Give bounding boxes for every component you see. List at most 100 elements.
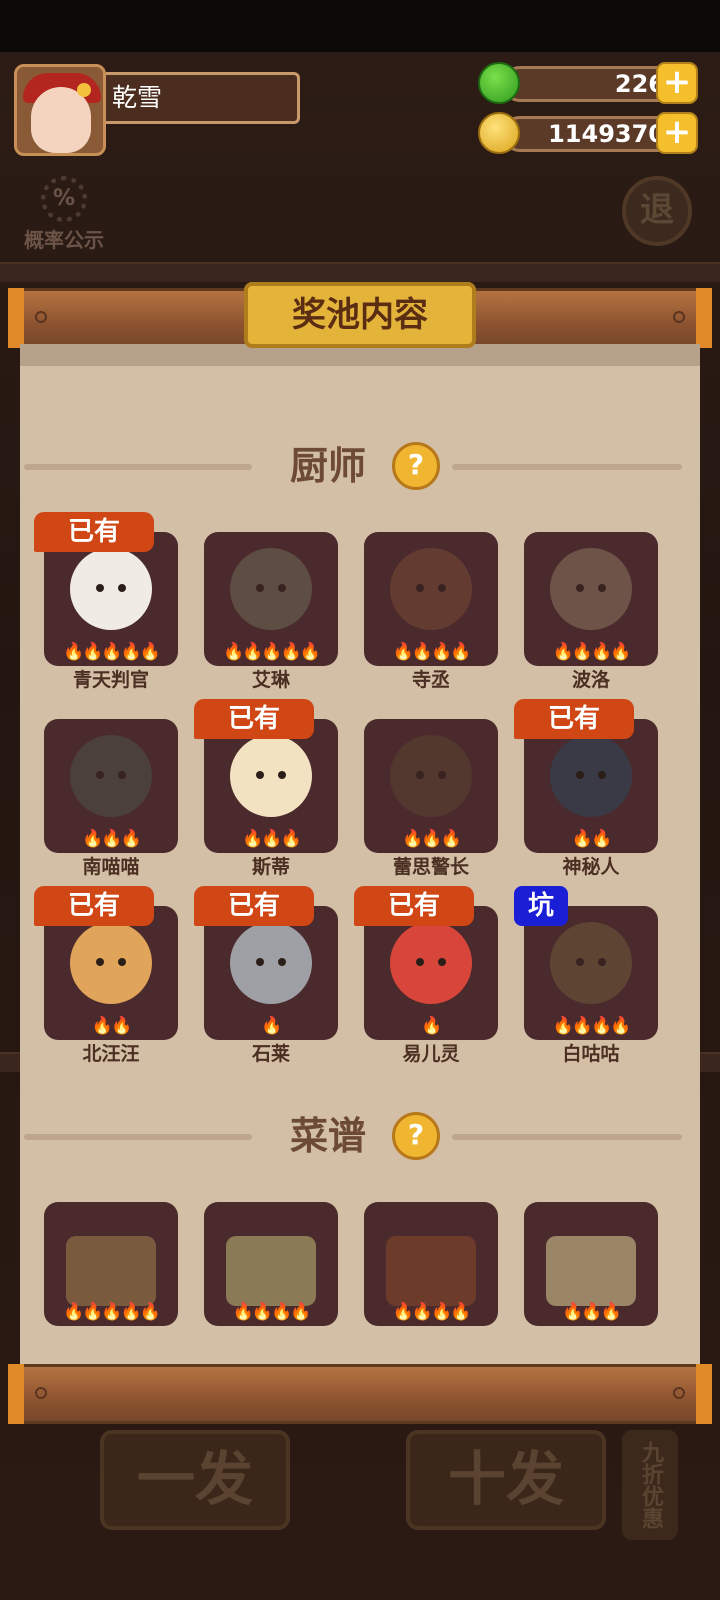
chef-eye — [598, 771, 606, 779]
scroll-bottom-roller — [8, 1364, 712, 1424]
coin-resource: 1149370 + — [478, 112, 718, 156]
roller-cap — [8, 288, 24, 348]
apple-count: 226 — [502, 66, 682, 102]
chefs-section-title: 厨师 — [290, 444, 367, 488]
recipe-card[interactable]: 🔥🔥🔥🔥 — [364, 1202, 498, 1326]
chef-eye — [278, 771, 286, 779]
ten-draw-button[interactable]: 十发 — [406, 1430, 606, 1530]
chef-eye — [416, 771, 424, 779]
chef-card[interactable]: 🔥 — [204, 906, 338, 1040]
add-apples-button[interactable]: + — [656, 62, 698, 104]
chef-portrait — [230, 922, 312, 1004]
chef-rarity-flames: 🔥 — [261, 1016, 282, 1036]
coin-count: 1149370 — [502, 116, 682, 152]
chef-portrait — [390, 922, 472, 1004]
recipe-card[interactable]: 🔥🔥🔥 — [524, 1202, 658, 1326]
nail-icon — [673, 311, 685, 323]
chef-name: 艾琳 — [251, 669, 290, 691]
player-avatar[interactable] — [14, 64, 106, 156]
coin-icon — [478, 112, 520, 154]
recipe-rarity-flames: 🔥🔥🔥🔥🔥 — [63, 1302, 161, 1322]
nail-icon — [35, 1387, 47, 1399]
chef-eye — [278, 958, 286, 966]
chef-eye — [256, 958, 264, 966]
chef-name: 石莱 — [251, 1043, 290, 1065]
probability-button[interactable]: % 概率公示 — [14, 176, 114, 256]
discount-badge: 九折优惠 — [622, 1430, 678, 1540]
owned-badge: 已有 — [34, 886, 154, 926]
chef-card[interactable]: 🔥🔥🔥🔥 — [524, 532, 658, 666]
pool-title: 奖池内容 — [244, 282, 476, 348]
owned-badge: 已有 — [194, 699, 314, 739]
chef-eye — [576, 771, 584, 779]
chef-card[interactable]: 🔥 — [364, 906, 498, 1040]
pit-badge: 坑 — [514, 886, 568, 926]
nail-icon — [35, 311, 47, 323]
divider-line — [24, 1134, 252, 1140]
chef-portrait — [550, 548, 632, 630]
recipe-rarity-flames: 🔥🔥🔥🔥 — [392, 1302, 472, 1322]
chef-name: 南喵喵 — [82, 856, 140, 878]
chef-name: 青天判官 — [72, 669, 149, 691]
recipe-dish-image — [546, 1236, 636, 1306]
chefs-help-icon[interactable]: ? — [392, 442, 440, 490]
chef-card[interactable]: 🔥🔥🔥 — [204, 719, 338, 853]
add-coins-button[interactable]: + — [656, 112, 698, 154]
chef-portrait — [70, 548, 152, 630]
chef-eye — [438, 584, 446, 592]
recipe-dish-image — [386, 1236, 476, 1306]
recipes-section-header: 菜谱 ? — [20, 1106, 700, 1166]
chef-name: 易儿灵 — [402, 1043, 460, 1065]
divider-line — [24, 464, 252, 470]
chef-eye — [416, 958, 424, 966]
chef-card[interactable]: 🔥🔥🔥 — [44, 719, 178, 853]
chef-card[interactable]: 🔥🔥🔥🔥🔥 — [204, 532, 338, 666]
chef-card[interactable]: 🔥🔥 — [44, 906, 178, 1040]
chef-card[interactable]: 🔥🔥 — [524, 719, 658, 853]
chef-name: 寺丞 — [411, 669, 450, 691]
chef-rarity-flames: 🔥🔥🔥🔥 — [552, 1016, 632, 1036]
nail-icon — [673, 1387, 685, 1399]
chef-name: 蕾思警长 — [392, 856, 469, 878]
chefs-section-header: 厨师 ? — [20, 436, 700, 496]
chef-name: 波洛 — [571, 669, 610, 691]
chef-card[interactable]: 🔥🔥🔥🔥 — [364, 532, 498, 666]
apple-resource: 226 + — [478, 62, 718, 106]
chef-rarity-flames: 🔥🔥🔥🔥 — [552, 642, 632, 662]
percent-gear-icon: % — [41, 176, 87, 222]
chef-eye — [438, 771, 446, 779]
recipe-rarity-flames: 🔥🔥🔥🔥 — [232, 1302, 312, 1322]
chef-card[interactable]: 🔥🔥🔥🔥🔥 — [44, 532, 178, 666]
recipe-rarity-flames: 🔥🔥🔥 — [562, 1302, 622, 1322]
avatar-gem — [77, 83, 91, 97]
roller-cap — [8, 1364, 24, 1424]
recipe-card[interactable]: 🔥🔥🔥🔥 — [204, 1202, 338, 1326]
single-draw-button[interactable]: 一发 — [100, 1430, 290, 1530]
chef-rarity-flames: 🔥🔥🔥 — [402, 829, 462, 849]
chef-name: 斯蒂 — [251, 856, 290, 878]
owned-badge: 已有 — [34, 512, 154, 552]
chef-eye — [118, 584, 126, 592]
chef-card[interactable]: 🔥🔥🔥🔥 — [524, 906, 658, 1040]
chef-name: 北汪汪 — [82, 1043, 140, 1065]
chef-eye — [576, 958, 584, 966]
chef-eye — [438, 958, 446, 966]
chef-eye — [96, 584, 104, 592]
recipe-dish-image — [66, 1236, 156, 1306]
chef-eye — [416, 584, 424, 592]
chef-eye — [256, 771, 264, 779]
chef-rarity-flames: 🔥🔥 — [571, 829, 612, 849]
chef-portrait — [390, 735, 472, 817]
chef-portrait — [70, 735, 152, 817]
chef-rarity-flames: 🔥🔥🔥 — [242, 829, 302, 849]
chef-eye — [96, 771, 104, 779]
recipes-help-icon[interactable]: ? — [392, 1112, 440, 1160]
chef-rarity-flames: 🔥🔥🔥 — [82, 829, 142, 849]
chef-portrait — [230, 548, 312, 630]
apple-icon — [478, 62, 520, 104]
chef-card[interactable]: 🔥🔥🔥 — [364, 719, 498, 853]
recipe-card[interactable]: 🔥🔥🔥🔥🔥 — [44, 1202, 178, 1326]
divider-line — [452, 464, 682, 470]
chef-rarity-flames: 🔥🔥 — [91, 1016, 132, 1036]
exit-button[interactable]: 退 — [622, 176, 692, 246]
